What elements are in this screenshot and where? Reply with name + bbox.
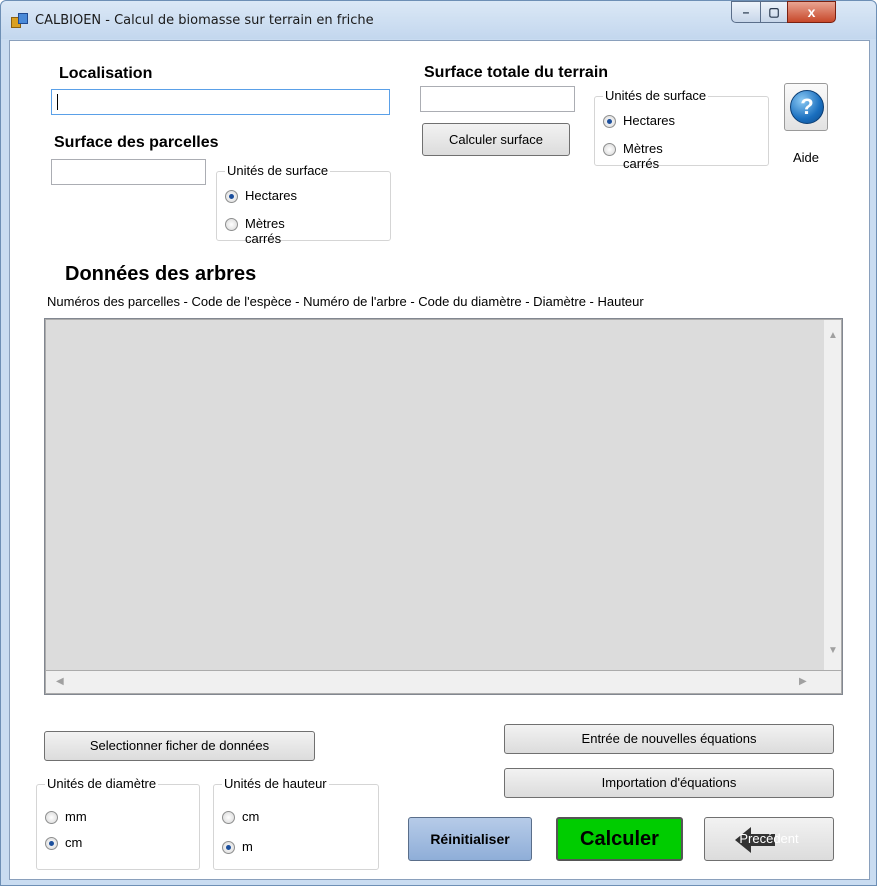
scroll-left-icon[interactable]: ◀ (56, 676, 64, 687)
totale-hectares-label: Hectares (623, 113, 676, 128)
surface-totale-label: Surface totale du terrain (424, 64, 609, 81)
hauteur-units-group: Unités de hauteur cm m (213, 776, 379, 870)
app-icon (11, 13, 28, 28)
scroll-up-icon[interactable]: ▲ (828, 330, 838, 341)
hauteur-cm-label: cm (242, 809, 260, 824)
form-client-area: Localisation Surface des parcelles Unité… (9, 40, 870, 880)
surface-parcelles-input[interactable] (51, 159, 206, 185)
radio-unselected-icon (222, 811, 235, 824)
window-title: CALBIOEN - Calcul de biomasse sur terrai… (35, 13, 374, 28)
calculer-surface-button[interactable]: Calculer surface (422, 123, 570, 156)
totale-m2-label: Mètres carrés (623, 141, 663, 171)
calculate-button[interactable]: Calculer (556, 817, 683, 861)
import-equations-button[interactable]: Importation d'équations (504, 768, 834, 798)
maximize-button[interactable]: ▢ (760, 1, 788, 23)
surface-totale-units-legend: Unités de surface (603, 88, 709, 103)
radio-selected-icon (222, 841, 235, 854)
radio-selected-icon (225, 190, 238, 203)
horizontal-scrollbar[interactable]: ◀ ▶ (46, 671, 825, 693)
localisation-input[interactable] (51, 89, 390, 115)
radio-unselected-icon (225, 218, 238, 231)
app-window: CALBIOEN - Calcul de biomasse sur terrai… (0, 0, 877, 886)
help-button[interactable]: ? (784, 83, 828, 131)
hauteur-units-legend: Unités de hauteur (222, 776, 329, 791)
diametre-units-group: Unités de diamètre mm cm (36, 776, 200, 870)
minimize-button[interactable]: – (731, 1, 761, 23)
scrollbar-corner (824, 671, 841, 693)
previous-button[interactable]: Precédent (704, 817, 834, 861)
surface-totale-units-group: Unités de surface Hectares Mètres carrés (594, 88, 769, 171)
vertical-scrollbar[interactable]: ▲ ▼ (824, 320, 841, 670)
hauteur-m-label: m (242, 839, 253, 854)
localisation-label: Localisation (59, 65, 153, 82)
scroll-down-icon[interactable]: ▼ (828, 645, 838, 656)
close-button[interactable]: x (787, 1, 836, 23)
help-icon: ? (790, 90, 824, 124)
diametre-units-legend: Unités de diamètre (45, 776, 159, 791)
help-label: Aide (793, 150, 820, 165)
tree-data-grid[interactable]: ▲ ▼ ◀ ▶ (44, 318, 843, 695)
radio-selected-icon (45, 837, 58, 850)
surface-parcelles-units-legend: Unités de surface (225, 163, 331, 178)
select-file-button[interactable]: Selectionner ficher de données (44, 731, 315, 761)
surface-parcelles-units-group: Unités de surface Hectares Mètres carrés (216, 163, 391, 246)
columns-caption: Numéros des parcelles - Code de l'espèce… (47, 294, 644, 309)
radio-selected-icon (603, 115, 616, 128)
title-bar[interactable]: CALBIOEN - Calcul de biomasse sur terrai… (1, 1, 876, 39)
new-equations-button[interactable]: Entrée de nouvelles équations (504, 724, 834, 754)
scroll-right-icon[interactable]: ▶ (799, 676, 807, 687)
surface-totale-input[interactable] (420, 86, 575, 112)
parcelles-hectares-label: Hectares (245, 188, 298, 203)
radio-unselected-icon (603, 143, 616, 156)
diametre-mm-label: mm (65, 809, 87, 824)
diametre-cm-label: cm (65, 835, 83, 850)
previous-label: Precédent (739, 831, 799, 846)
parcelles-m2-label: Mètres carrés (245, 216, 285, 246)
data-grid-area (46, 320, 825, 670)
donnees-title: Données des arbres (65, 263, 257, 285)
radio-unselected-icon (45, 811, 58, 824)
surface-parcelles-label: Surface des parcelles (54, 134, 219, 151)
reset-button[interactable]: Réinitialiser (408, 817, 532, 861)
